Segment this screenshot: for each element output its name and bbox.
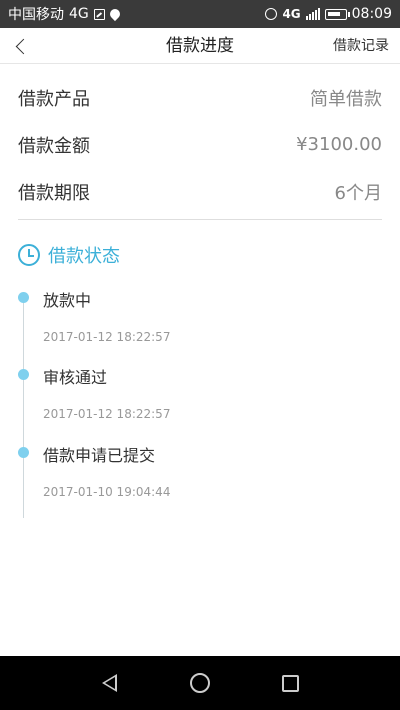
alarm-icon (265, 8, 278, 20)
network-small-label: 4G (282, 7, 301, 21)
image-icon (93, 8, 105, 20)
nav-back-icon (101, 674, 117, 692)
timeline-item: 审核通过 2017-01-12 18:22:57 (0, 357, 400, 427)
info-value: 简单借款 (310, 88, 382, 110)
timeline-item: 借款申请已提交 2017-01-10 19:04:44 (0, 435, 400, 505)
info-label: 借款期限 (18, 182, 90, 204)
info-label: 借款金额 (18, 135, 90, 157)
nav-home-button[interactable] (180, 663, 220, 703)
info-value: 6个月 (334, 182, 382, 204)
timeline-step-title: 审核通过 (43, 368, 108, 387)
nav-home-icon (189, 673, 210, 693)
back-button[interactable] (8, 28, 34, 64)
app-header: 借款进度 借款记录 (0, 28, 400, 64)
status-timeline: 放款中 2017-01-12 18:22:57 审核通过 2017-01-12 … (0, 280, 400, 520)
location-pin-icon (107, 6, 122, 22)
info-row-term: 借款期限 6个月 (18, 168, 382, 215)
timeline-dot (18, 447, 29, 458)
timeline-step-time: 2017-01-12 18:22:57 (43, 407, 171, 421)
timeline-step-title: 放款中 (43, 291, 92, 310)
nav-recent-button[interactable] (271, 663, 311, 703)
info-label: 借款产品 (18, 88, 90, 110)
chevron-left-icon (15, 38, 31, 54)
loan-status-header: 借款状态 (18, 242, 120, 268)
status-bar-right: 4G 08:09 (265, 6, 392, 22)
nav-back-button[interactable] (89, 663, 129, 703)
timeline-step-title: 借款申请已提交 (43, 446, 156, 465)
nav-recent-icon (282, 674, 300, 692)
loan-status-title: 借款状态 (48, 246, 120, 267)
section-divider (18, 219, 382, 220)
carrier-name: 中国移动 (8, 7, 64, 23)
clock-time: 08:09 (351, 6, 392, 22)
signal-icon (305, 8, 320, 20)
timeline-dot (18, 292, 29, 303)
loan-records-button[interactable]: 借款记录 (333, 28, 389, 64)
network-type: 4G (69, 6, 89, 22)
timeline-dot (18, 369, 29, 380)
info-value: ¥3100.00 (296, 134, 382, 155)
status-bar: 中国移动 4G 4G 08:09 (0, 0, 400, 28)
clock-icon (18, 244, 40, 266)
loan-info-section: 借款产品 简单借款 借款金额 ¥3100.00 借款期限 6个月 (18, 74, 382, 215)
status-bar-left: 中国移动 4G (8, 4, 122, 24)
system-nav-bar (0, 656, 400, 710)
timeline-item: 放款中 2017-01-12 18:22:57 (0, 280, 400, 350)
battery-icon (324, 8, 350, 20)
info-row-amount: 借款金额 ¥3100.00 (18, 121, 382, 168)
timeline-step-time: 2017-01-12 18:22:57 (43, 330, 171, 344)
info-row-product: 借款产品 简单借款 (18, 74, 382, 121)
timeline-step-time: 2017-01-10 19:04:44 (43, 485, 171, 499)
